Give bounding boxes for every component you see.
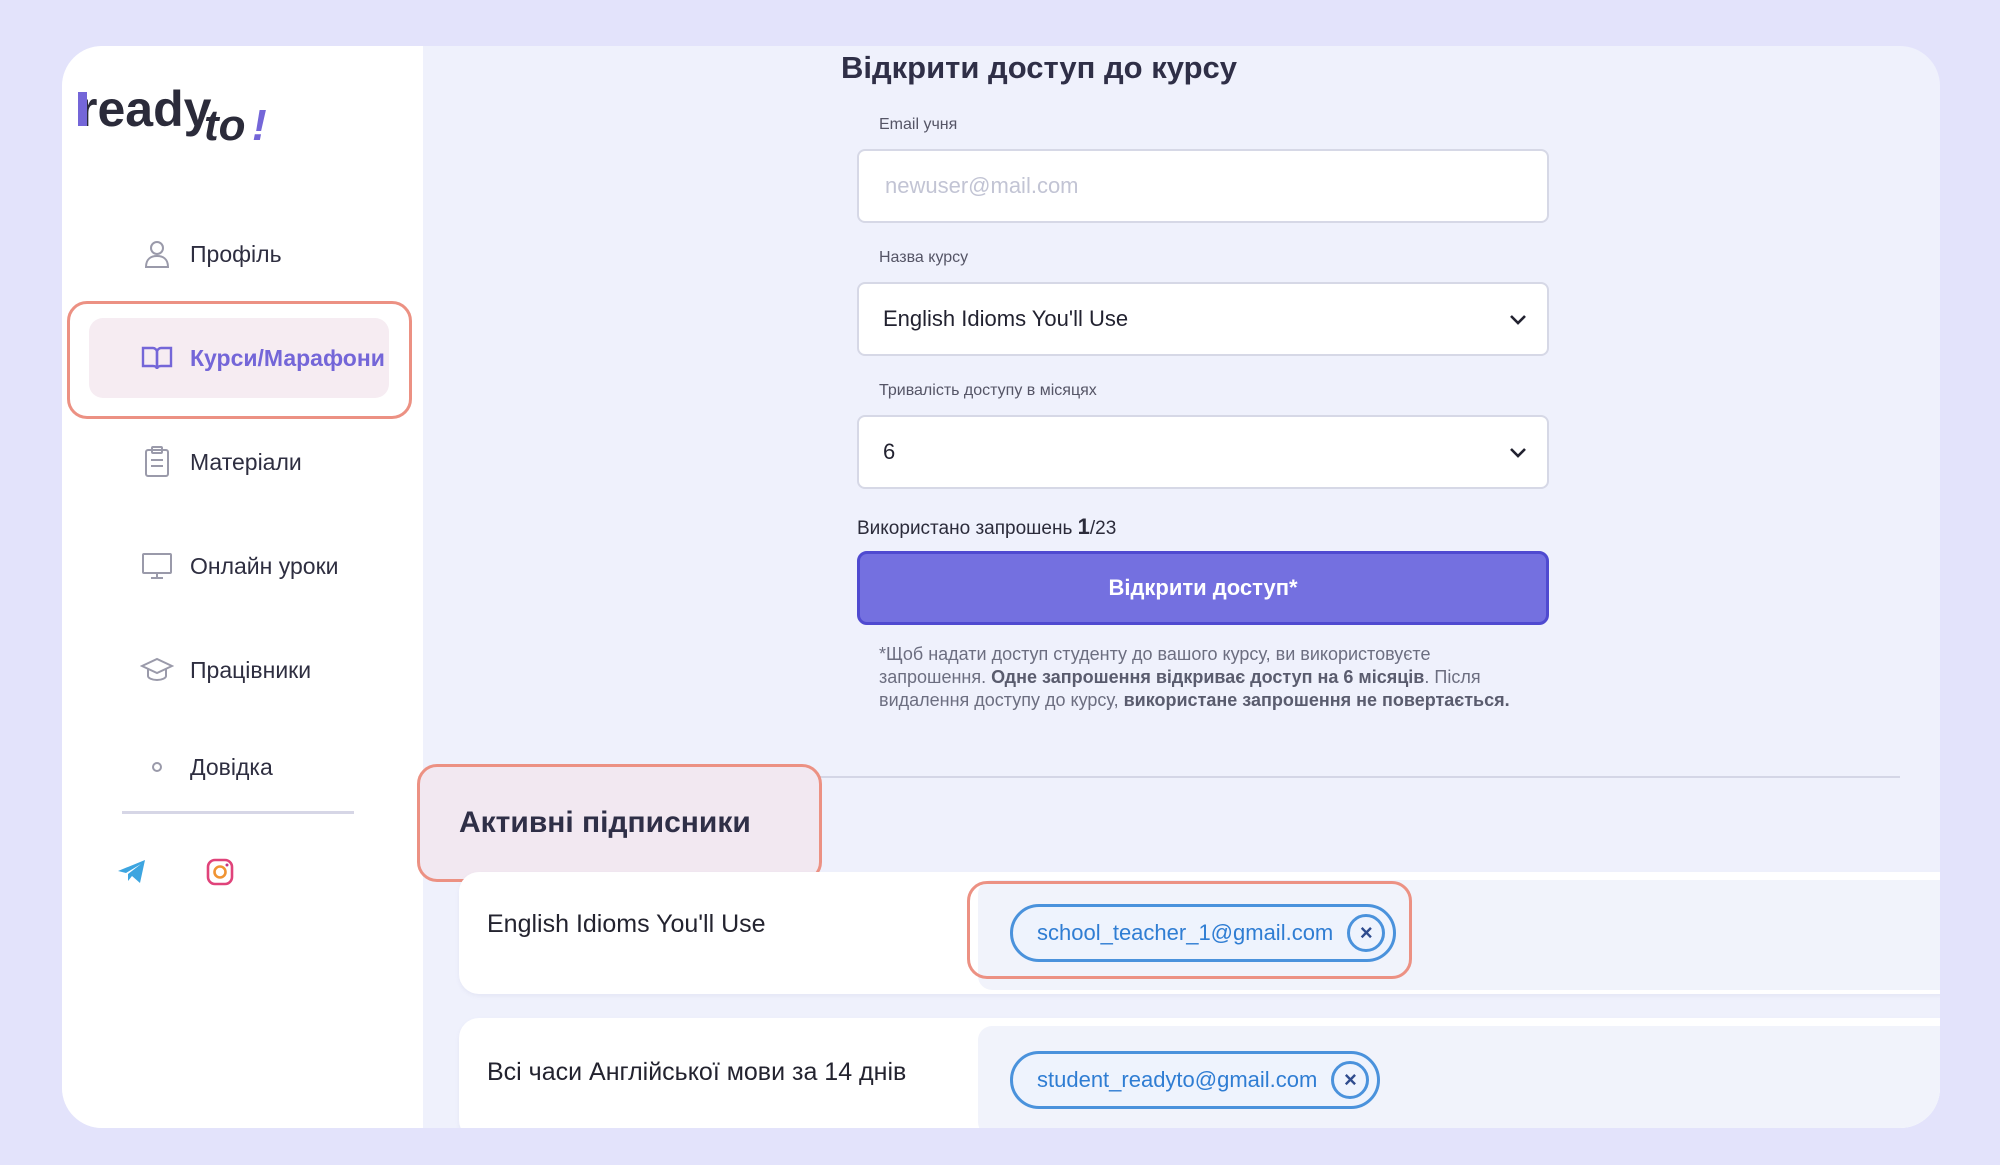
- email-chip[interactable]: student_readyto@gmail.com ×: [1010, 1051, 1381, 1109]
- sidebar-item-label: Працівники: [190, 656, 312, 683]
- subscriber-row: Всі часи Англійської мови за 14 днів stu…: [459, 1018, 1940, 1128]
- logo-bang-text: !: [252, 101, 267, 150]
- sidebar-item-help[interactable]: Довідка: [89, 727, 389, 807]
- subscriber-course: Всі часи Англійської мови за 14 днів: [487, 1058, 907, 1086]
- email-label: Email учня: [879, 116, 958, 133]
- graduation-cap-icon: [140, 653, 174, 687]
- sidebar-item-label: Матеріали: [190, 448, 302, 475]
- access-note: *Щоб надати доступ студенту до вашого ку…: [879, 643, 1519, 712]
- sidebar-item-label: Онлайн уроки: [190, 552, 339, 579]
- sidebar-item-online-lessons[interactable]: Онлайн уроки: [89, 526, 389, 606]
- chevron-down-icon: [1509, 439, 1527, 465]
- subscriber-emails: student_readyto@gmail.com ×: [978, 1026, 1940, 1128]
- subscribers-title: Активні підписники: [459, 806, 751, 839]
- email-field[interactable]: [883, 172, 1527, 200]
- open-access-button[interactable]: Відкрити доступ*: [857, 551, 1549, 625]
- invites-text: Використано запрошень: [857, 518, 1078, 539]
- subscriber-course: English Idioms You'll Use: [487, 910, 766, 938]
- sidebar-divider: [122, 811, 354, 814]
- course-label: Назва курсу: [879, 249, 969, 266]
- sidebar-item-profile[interactable]: Профіль: [89, 214, 389, 294]
- course-select-value: English Idioms You'll Use: [883, 306, 1129, 331]
- email-field-wrapper: [857, 149, 1549, 223]
- sidebar-item-label: Профіль: [190, 240, 282, 267]
- invites-total: /23: [1089, 518, 1117, 539]
- duration-select[interactable]: 6: [857, 415, 1549, 489]
- highlight-email-chip: [967, 881, 1412, 979]
- clipboard-icon: [140, 445, 174, 479]
- logo[interactable]: ready to !: [76, 70, 286, 150]
- logo-ready-text: ready: [78, 81, 212, 137]
- duration-select-value: 6: [883, 439, 896, 464]
- chevron-down-icon: [1509, 306, 1527, 332]
- sidebar-item-workers[interactable]: Працівники: [89, 630, 389, 710]
- monitor-icon: [140, 549, 174, 583]
- app-window: ready to ! Профіль Курси/Марафони Матері…: [62, 46, 1940, 1128]
- close-icon[interactable]: ×: [1331, 1061, 1370, 1099]
- instagram-icon[interactable]: [202, 854, 238, 890]
- note-text-4: використане запрошення не повертається.: [1123, 690, 1510, 710]
- sidebar-item-label: Довідка: [190, 753, 273, 780]
- dot-icon: [140, 750, 174, 784]
- page-title: Відкрити доступ до курсу: [840, 50, 1237, 85]
- email-chip-text: student_readyto@gmail.com: [1037, 1067, 1318, 1092]
- user-icon: [140, 237, 174, 271]
- duration-label: Тривалість доступу в місяцях: [879, 382, 1097, 399]
- sidebar-item-materials[interactable]: Матеріали: [89, 422, 389, 502]
- highlight-courses: [67, 301, 412, 419]
- main-content: Відкрити доступ до курсу Email учня Назв…: [417, 46, 1940, 1128]
- invites-used: 1: [1077, 514, 1090, 539]
- course-select[interactable]: English Idioms You'll Use: [857, 282, 1549, 356]
- logo-to-text: to: [204, 101, 246, 150]
- note-text-2: Одне запрошення відкриває доступ на 6 мі…: [991, 667, 1425, 687]
- telegram-icon[interactable]: [114, 854, 150, 890]
- sidebar: ready to ! Профіль Курси/Марафони Матері…: [62, 46, 423, 1128]
- invites-counter: Використано запрошень 1/23: [857, 514, 1116, 540]
